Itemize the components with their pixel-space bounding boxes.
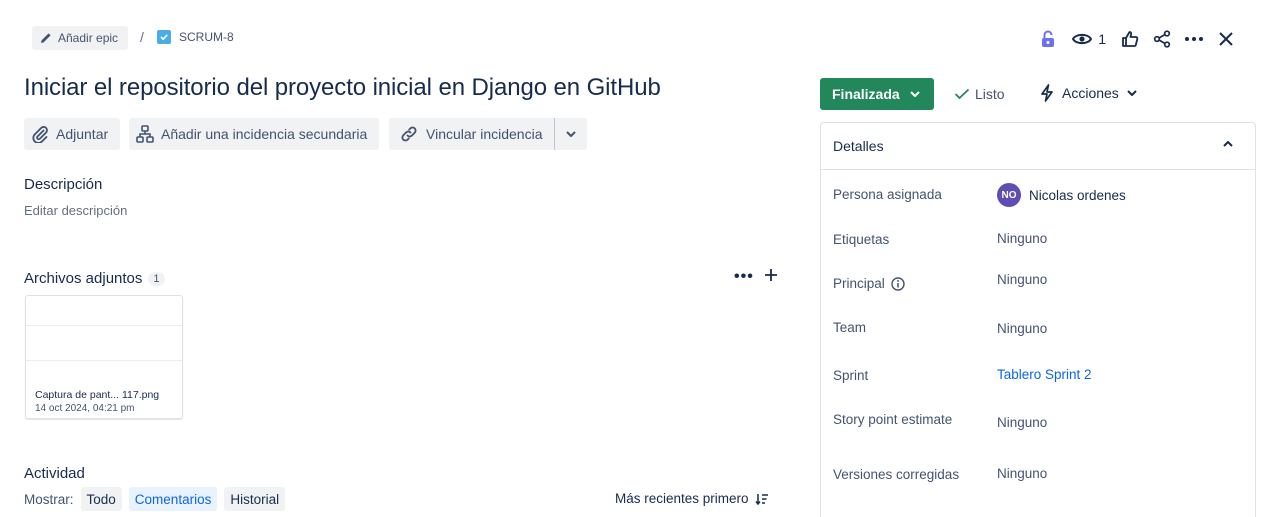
- attachments-heading: Archivos adjuntos 1: [24, 270, 165, 287]
- field-label-labels: Etiquetas: [833, 232, 890, 247]
- thumbnail-line: [26, 360, 182, 361]
- add-child-issue-button[interactable]: Añadir una incidencia secundaria: [129, 118, 380, 150]
- add-epic-button[interactable]: Añadir epic: [32, 26, 129, 50]
- show-label: Mostrar:: [24, 491, 74, 507]
- add-attachment-button[interactable]: [764, 268, 778, 282]
- field-value-labels[interactable]: Ninguno: [997, 231, 1047, 246]
- task-checkbox-icon: [157, 30, 171, 44]
- avatar: NO: [997, 183, 1021, 207]
- filter-comments-button[interactable]: Comentarios: [128, 487, 218, 511]
- link-issue-label: Vincular incidencia: [426, 126, 543, 142]
- actions-menu-button[interactable]: Acciones: [1040, 84, 1137, 102]
- add-epic-label: Añadir epic: [58, 31, 119, 45]
- filter-history-button[interactable]: Historial: [224, 487, 286, 511]
- details-panel-header[interactable]: Detalles: [821, 123, 1255, 170]
- paperclip-icon: [31, 125, 49, 143]
- field-value-fix-versions[interactable]: Ninguno: [997, 466, 1047, 481]
- attach-button[interactable]: Adjuntar: [24, 118, 121, 150]
- issue-title[interactable]: Iniciar el repositorio del proyecto inic…: [24, 74, 661, 102]
- field-label-parent: Principal: [833, 276, 905, 291]
- attachments-more-button[interactable]: •••: [734, 268, 754, 286]
- field-label-sprint: Sprint: [833, 368, 869, 383]
- attachment-date: 14 oct 2024, 04:21 pm: [35, 403, 135, 414]
- filter-all-button[interactable]: Todo: [80, 487, 122, 511]
- field-label-assignee: Persona asignada: [833, 187, 942, 202]
- link-issue-dropdown[interactable]: [555, 118, 587, 150]
- plus-icon: [764, 268, 778, 282]
- eye-icon: [1072, 32, 1093, 46]
- thumbnail-line: [26, 325, 182, 326]
- close-icon[interactable]: [1210, 26, 1242, 52]
- field-value-story-points[interactable]: Ninguno: [997, 415, 1047, 430]
- issue-key: SCRUM-8: [179, 30, 234, 44]
- activity-filter-bar: Mostrar: Todo Comentarios Historial: [24, 487, 286, 511]
- field-label-fix-versions: Versiones corregidas: [833, 467, 960, 482]
- details-heading: Detalles: [833, 138, 884, 154]
- more-options-icon[interactable]: [1178, 26, 1210, 52]
- share-icon[interactable]: [1146, 26, 1178, 52]
- chevron-up-icon[interactable]: [1223, 141, 1233, 147]
- parent-label: Principal: [833, 276, 885, 291]
- hierarchy-icon: [136, 125, 154, 143]
- attachments-count-badge: 1: [148, 271, 165, 286]
- link-issue-split-button: Vincular incidencia: [389, 118, 588, 150]
- link-issue-button[interactable]: Vincular incidencia: [389, 118, 556, 150]
- activity-heading: Actividad: [24, 465, 85, 482]
- chevron-down-icon: [566, 131, 577, 137]
- field-label-story-points: Story point estimate: [833, 412, 953, 427]
- attachment-card[interactable]: Captura de pant... 117.png 14 oct 2024, …: [25, 295, 183, 419]
- watch-count: 1: [1098, 31, 1106, 47]
- assignee-name: Nicolas ordenes: [1029, 187, 1126, 203]
- lock-icon[interactable]: [1032, 26, 1064, 52]
- chevron-down-icon: [1127, 90, 1137, 96]
- details-panel: Detalles Persona asignada NO Nicolas ord…: [820, 122, 1256, 517]
- link-icon: [399, 124, 419, 144]
- description-heading: Descripción: [24, 176, 103, 193]
- pencil-icon: [40, 32, 52, 44]
- thumbs-up-icon[interactable]: [1114, 26, 1146, 52]
- chevron-down-icon: [909, 91, 920, 97]
- sort-order-button[interactable]: Más recientes primero: [615, 491, 769, 506]
- attachment-filename: Captura de pant... 117.png: [35, 389, 160, 401]
- field-value-sprint[interactable]: Tablero Sprint 2: [997, 367, 1092, 382]
- info-icon[interactable]: [891, 276, 905, 291]
- status-label: Finalizada: [832, 86, 900, 102]
- field-label-team: Team: [833, 320, 867, 335]
- watch-button[interactable]: 1: [1064, 26, 1114, 52]
- field-value-assignee[interactable]: NO Nicolas ordenes: [997, 183, 1126, 207]
- issue-key-link[interactable]: SCRUM-8: [157, 30, 234, 44]
- lightning-icon: [1040, 84, 1054, 102]
- attachments-heading-label: Archivos adjuntos: [24, 270, 143, 287]
- description-editor[interactable]: Editar descripción: [24, 203, 127, 218]
- checkmark-icon: [954, 88, 970, 100]
- actions-label: Acciones: [1062, 85, 1119, 101]
- sort-descending-icon: [754, 493, 769, 505]
- issue-toolbar: 1: [1032, 26, 1242, 52]
- attach-label: Adjuntar: [56, 126, 109, 142]
- field-value-parent[interactable]: Ninguno: [997, 272, 1047, 287]
- breadcrumb-separator: /: [140, 29, 144, 45]
- resolution-label: Listo: [975, 86, 1005, 102]
- status-dropdown[interactable]: Finalizada: [820, 78, 934, 110]
- sort-order-label: Más recientes primero: [615, 491, 749, 506]
- add-child-issue-label: Añadir una incidencia secundaria: [161, 126, 368, 142]
- field-value-team[interactable]: Ninguno: [997, 321, 1047, 336]
- resolution-status: Listo: [954, 86, 1005, 102]
